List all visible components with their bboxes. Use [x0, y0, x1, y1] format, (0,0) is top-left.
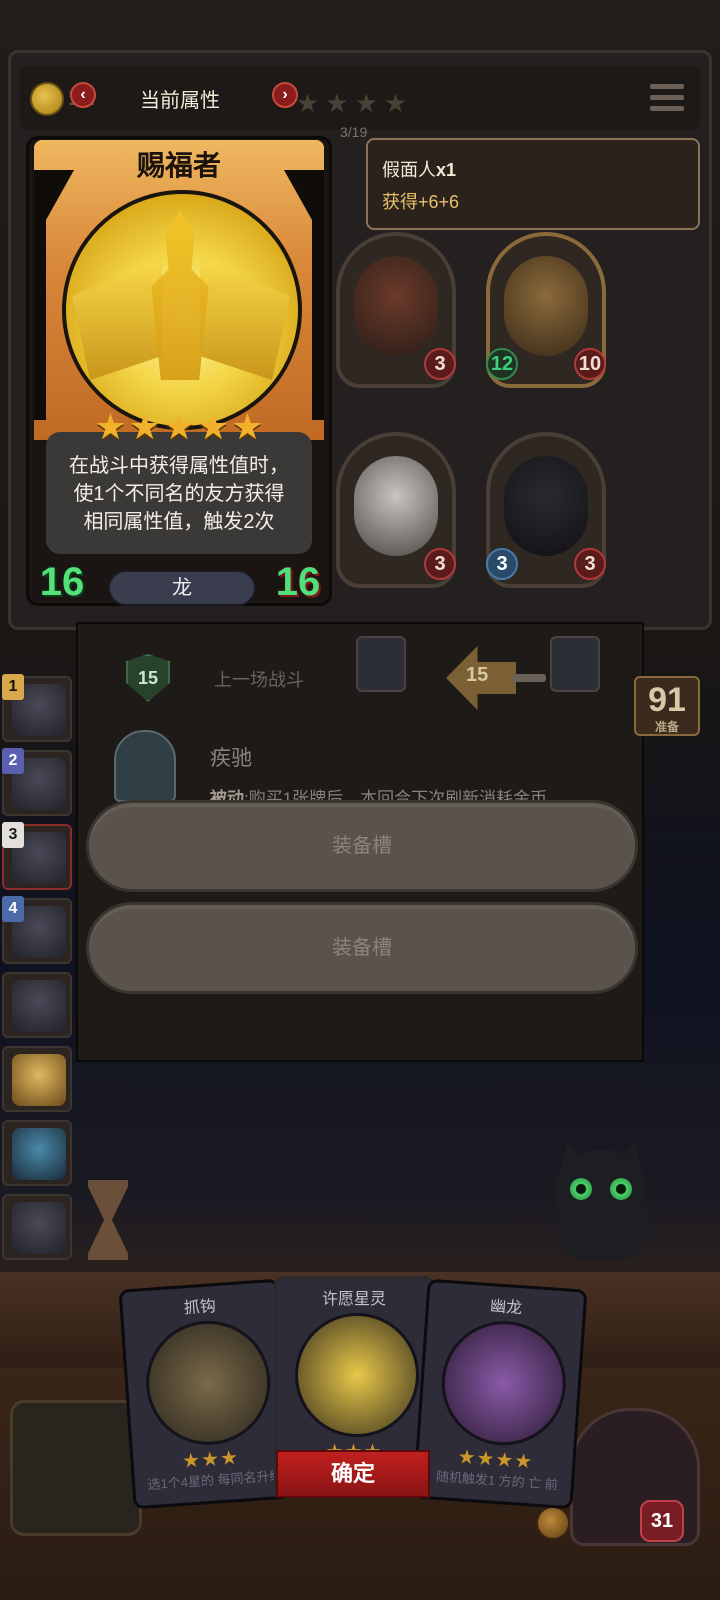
- source-unit-count: x1: [436, 160, 457, 180]
- cat-eye-left: [570, 1178, 592, 1200]
- card-description-line-1: 在战斗中获得属性值时，: [69, 455, 289, 477]
- unit-portrait: [504, 456, 588, 556]
- board-unit-1[interactable]: 3: [336, 232, 456, 388]
- choice-art: [295, 1313, 419, 1437]
- card-description-line-3: 相同属性值，触发2次: [83, 511, 275, 533]
- confirm-button[interactable]: 确定: [276, 1450, 430, 1498]
- player-avatar: [550, 636, 600, 692]
- menu-icon[interactable]: [650, 84, 684, 114]
- choice-art: [142, 1316, 275, 1449]
- equip-slot-1[interactable]: 装备槽: [86, 800, 638, 892]
- board-unit-3[interactable]: 3: [336, 432, 456, 588]
- card-attack: 16: [39, 560, 85, 604]
- sidebar-portrait: [12, 1202, 66, 1254]
- unit-health: 3: [424, 348, 456, 380]
- skill-name: 疾驰: [210, 747, 252, 770]
- sidebar-portrait: [12, 980, 66, 1032]
- ready-counter: 91 准备: [634, 676, 700, 736]
- board-unit-2[interactable]: 12 10: [486, 232, 606, 388]
- choice-title: 抓钩: [183, 1298, 217, 1318]
- sidebar-slot-3[interactable]: 3: [2, 822, 72, 890]
- sidebar-slot-7[interactable]: [2, 1120, 72, 1186]
- slot-number: 3: [2, 822, 24, 848]
- ready-label: 准备: [654, 720, 679, 734]
- equip-slot-2[interactable]: 装备槽: [86, 902, 638, 994]
- sidebar-slot-5[interactable]: [2, 972, 72, 1038]
- choice-card-3[interactable]: 幽龙 ★★★★ 随机触发1 方的 亡 前: [412, 1278, 588, 1510]
- tribe-label: 龙: [108, 570, 256, 606]
- gain-info-popup: 假面人x1 获得+6+6: [366, 138, 700, 230]
- shop-tier-stars: ★★★★: [296, 88, 414, 118]
- sidebar-portrait: [12, 1054, 66, 1106]
- unit-portrait: [354, 456, 438, 556]
- next-arrow-button[interactable]: ›: [272, 82, 298, 108]
- choice-title: 许愿星灵: [321, 1291, 386, 1308]
- choice-title: 幽龙: [489, 1298, 523, 1318]
- sidebar-slot-2[interactable]: 2: [2, 748, 72, 816]
- sidebar-slot-8[interactable]: [2, 1194, 72, 1260]
- page-title: 当前属性: [140, 90, 220, 112]
- source-unit-line: 假面人x1: [382, 156, 684, 182]
- gain-prefix: 获得: [382, 192, 418, 212]
- black-cat-mascot[interactable]: [556, 1150, 646, 1260]
- sidebar-slot-6[interactable]: [2, 1046, 72, 1112]
- sidebar-slot-1[interactable]: 1: [2, 674, 72, 742]
- opponent-avatar: [356, 636, 406, 692]
- gold-orb-icon: [536, 1506, 570, 1540]
- gain-value: +6+6: [418, 192, 460, 212]
- hourglass-icon: [88, 1180, 128, 1260]
- board-unit-4[interactable]: 3 3: [486, 432, 606, 588]
- source-unit-name: 假面人: [382, 160, 436, 180]
- unit-health: 10: [574, 348, 606, 380]
- choice-card-1[interactable]: 抓钩 ★★★ 选1个4星的 每同名升级: [118, 1278, 294, 1510]
- choice-art: [437, 1317, 570, 1450]
- unit-portrait: [504, 256, 588, 356]
- sidebar-portrait: [12, 1128, 66, 1180]
- skill-icon: [114, 730, 176, 802]
- card-health: 16: [275, 560, 321, 604]
- unit-attack: 3: [486, 548, 518, 580]
- unit-attack: 12: [486, 348, 518, 380]
- damage-value: 15: [466, 664, 489, 686]
- cat-eye-right: [610, 1178, 632, 1200]
- hero-portrait[interactable]: [10, 1400, 142, 1536]
- card-name: 赐福者: [136, 150, 221, 181]
- sword-icon: [512, 674, 546, 682]
- card-description: 在战斗中获得属性值时， 使1个不同名的友方获得 相同属性值，触发2次: [50, 452, 308, 536]
- gold-coin-icon: [30, 82, 64, 116]
- card-description-line-2: 使1个不同名的友方获得: [73, 483, 285, 505]
- player-hp-badge: 31: [640, 1500, 684, 1542]
- last-battle-label: 上一场战斗: [214, 670, 304, 690]
- slot-number: 1: [2, 674, 24, 700]
- slot-number: 2: [2, 748, 24, 774]
- sidebar-slot-4[interactable]: 4: [2, 896, 72, 964]
- gain-line: 获得+6+6: [382, 188, 684, 214]
- ready-value: 91: [648, 681, 686, 719]
- slot-number: 4: [2, 896, 24, 922]
- page-counter: 3/19: [340, 124, 368, 140]
- unit-portrait: [354, 256, 438, 356]
- unit-health: 3: [574, 548, 606, 580]
- prev-arrow-button[interactable]: ‹: [70, 82, 96, 108]
- unit-health: 3: [424, 548, 456, 580]
- card-stars: ★★★★★: [94, 406, 266, 447]
